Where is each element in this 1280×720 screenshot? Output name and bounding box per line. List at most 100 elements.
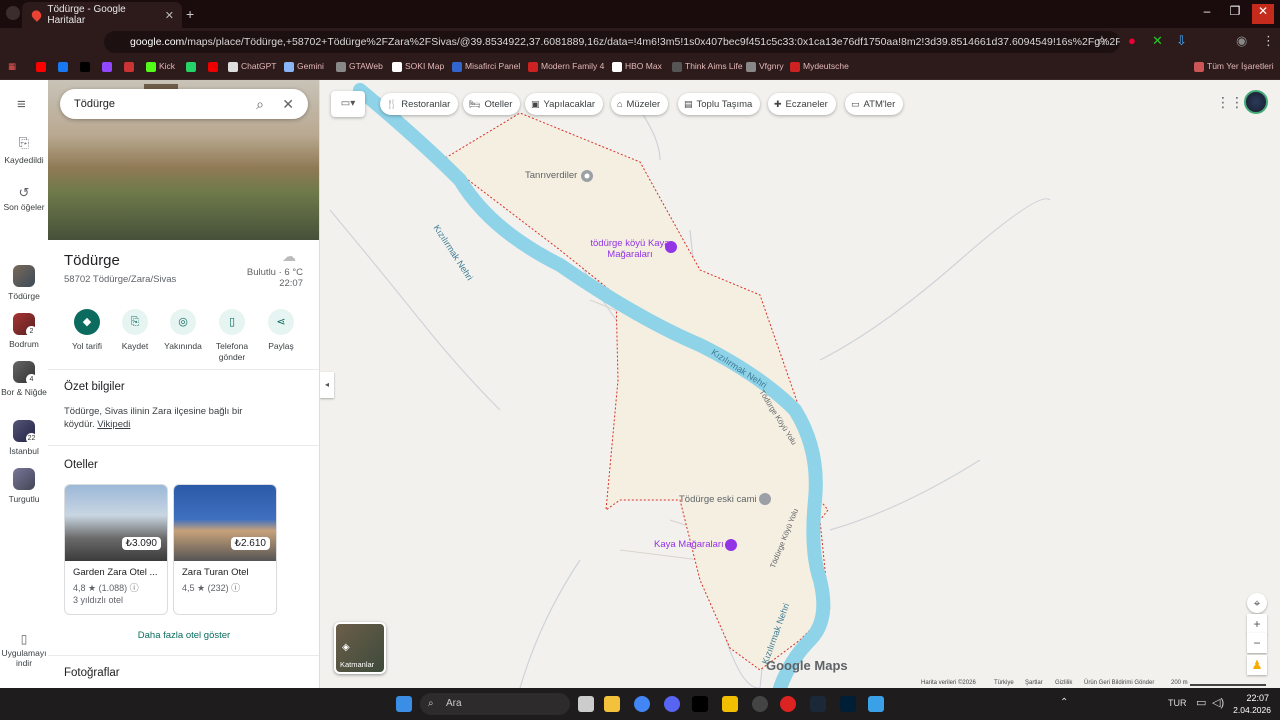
chip-atm[interactable]: ▭ ATM'ler xyxy=(845,93,904,115)
nearby-button[interactable]: ◎ Yakınında xyxy=(158,309,208,351)
volume-icon[interactable]: ◁) xyxy=(1212,696,1224,709)
chip-museums[interactable]: ⌂ Müzeler xyxy=(611,93,669,115)
rail-saved[interactable]: ⎘ Kaydedildi xyxy=(0,135,48,165)
new-tab-button[interactable]: + xyxy=(186,6,194,22)
tray-chevron-icon[interactable]: ⌃ xyxy=(1060,697,1068,708)
rail-todurge[interactable]: Tödürge xyxy=(0,265,48,301)
opera-icon[interactable] xyxy=(780,696,796,712)
rail-istanbul[interactable]: 22 İstanbul xyxy=(0,420,48,456)
facebook-icon[interactable] xyxy=(58,61,68,72)
bookmark-think[interactable]: Think Aims Life xyxy=(672,61,743,72)
zoom-out-button[interactable]: − xyxy=(1247,633,1267,653)
file-explorer-icon[interactable] xyxy=(604,696,620,712)
collapse-panel-button[interactable]: ◂ xyxy=(320,372,334,398)
bookmark-chatgpt[interactable]: ChatGPT xyxy=(228,61,276,72)
chip-pharmacies[interactable]: ✚ Eczaneler xyxy=(768,93,836,115)
task-view-icon[interactable] xyxy=(578,696,594,712)
steam-icon[interactable] xyxy=(810,696,826,712)
map-label-poi1[interactable]: tödürge köyü Kaya Mağaraları xyxy=(590,238,670,260)
chip-things-to-do[interactable]: ▣ Yapılacaklar xyxy=(525,93,604,115)
map-label-mosque[interactable]: Tödürge eski cami xyxy=(679,494,757,505)
extension-icon[interactable]: ● xyxy=(1128,33,1136,48)
scale-label[interactable]: 200 m xyxy=(1171,680,1188,686)
send-to-phone-button[interactable]: ▯ Telefona gönder xyxy=(207,309,257,363)
maximize-button[interactable]: ❐ xyxy=(1224,4,1246,24)
account-avatar[interactable] xyxy=(1244,90,1268,114)
twitch-icon[interactable] xyxy=(102,61,112,72)
tab-close-icon[interactable]: ✕ xyxy=(165,9,174,22)
profile-avatar-icon[interactable]: ◉ xyxy=(1236,33,1247,49)
rail-bor-nigde[interactable]: 4 Bor & Niğde xyxy=(0,361,48,398)
share-button[interactable]: ⋖ Paylaş xyxy=(256,309,306,351)
bookmark-gtaweb[interactable]: GTAWeb xyxy=(336,61,383,72)
gmail-icon[interactable] xyxy=(124,61,134,72)
chip-transit[interactable]: ▤ Toplu Taşıma xyxy=(678,93,761,115)
pegman-icon[interactable]: ♟ xyxy=(1247,655,1267,675)
taskbar-search[interactable]: ⌕ Ara xyxy=(420,693,570,715)
layers-button[interactable]: ◈ Katmanlar xyxy=(334,622,386,674)
app-icon[interactable] xyxy=(868,696,884,712)
app-icon[interactable] xyxy=(692,696,708,712)
bookmark-vfgnry[interactable]: Vfgnry xyxy=(746,61,784,72)
chrome-icon[interactable] xyxy=(634,696,650,712)
download-icon[interactable]: ⇩ xyxy=(1176,33,1187,49)
map-label-village[interactable]: Tanrıverdiler xyxy=(525,170,577,181)
chip-restaurants[interactable]: 🍴 Restoranlar xyxy=(380,93,459,115)
search-icon[interactable]: ⌕ xyxy=(256,89,264,119)
language-indicator[interactable]: TUR xyxy=(1168,698,1187,708)
zoom-in-button[interactable]: + xyxy=(1247,614,1267,634)
clock-time[interactable]: 22:07 xyxy=(1233,693,1269,703)
bookmark-mydeutsche[interactable]: Mydeutsche xyxy=(790,61,849,72)
search-input[interactable]: Tödürge ⌕ ✕ xyxy=(60,89,308,119)
clock-date[interactable]: 2.04.2026 xyxy=(1229,705,1271,715)
minimize-button[interactable]: – xyxy=(1196,4,1218,24)
footer-feedback[interactable]: Ürün Geri Bildirimi Gönder xyxy=(1084,680,1154,686)
network-icon[interactable]: ▭ xyxy=(1196,696,1206,709)
footer-privacy[interactable]: Gizlilik xyxy=(1055,680,1072,686)
apps-icon[interactable]: ▦ xyxy=(8,61,16,72)
keyboard-toggle-icon[interactable]: ▭▾ xyxy=(331,91,365,117)
save-button[interactable]: ⎘ Kaydet xyxy=(110,309,160,351)
chip-hotels[interactable]: 🛏 Oteller xyxy=(463,93,521,115)
hotel-card[interactable]: ₺2.610 Zara Turan Otel 4,5 ★ (232) ⓘ xyxy=(173,484,277,615)
footer-terms[interactable]: Şartlar xyxy=(1025,680,1043,686)
close-icon[interactable]: ✕ xyxy=(282,89,294,119)
browser-tab[interactable]: Tödürge - Google Haritalar ✕ xyxy=(22,2,182,28)
more-hotels-link[interactable]: Daha fazla otel göster xyxy=(48,630,319,641)
extension-icon[interactable]: ✕ xyxy=(1152,33,1163,49)
bookmark-modern-family[interactable]: Modern Family 4 xyxy=(528,61,604,72)
wikipedia-link[interactable]: Vikipedi xyxy=(97,419,130,430)
url-bar[interactable]: google.com/maps/place/Tödürge,+58702+Töd… xyxy=(104,31,1120,53)
all-bookmarks[interactable]: Tüm Yer İşaretleri xyxy=(1194,61,1274,72)
my-location-icon[interactable]: ⌖ xyxy=(1247,593,1267,613)
whatsapp-icon[interactable] xyxy=(186,61,196,72)
photoshop-icon[interactable] xyxy=(840,696,856,712)
rail-recents[interactable]: ↺ Son öğeler xyxy=(0,186,48,213)
x-icon[interactable] xyxy=(80,61,90,72)
rail-download-app[interactable]: ▯ Uygulamayı indir xyxy=(0,633,48,668)
app-icon[interactable] xyxy=(752,696,768,712)
google-apps-icon[interactable]: ⋮⋮ xyxy=(1216,94,1244,111)
rail-turgutlu[interactable]: Turgutlu xyxy=(0,468,48,504)
directions-button[interactable]: ◆ Yol tarifi xyxy=(62,309,112,351)
bookmark-kick[interactable]: Kick xyxy=(146,61,175,72)
footer-country[interactable]: Türkiye xyxy=(994,680,1014,686)
profile-icon[interactable] xyxy=(6,6,20,20)
bookmark-misafirci[interactable]: Misafirci Panel xyxy=(452,61,520,72)
app-icon[interactable] xyxy=(722,696,738,712)
menu-icon[interactable]: ⋮ xyxy=(1262,33,1275,49)
bookmark-soki[interactable]: SOKI Map xyxy=(392,61,444,72)
close-window-button[interactable]: ✕ xyxy=(1252,4,1274,24)
hotel-card[interactable]: ₺3.090 Garden Zara Otel ... 4,8 ★ (1.088… xyxy=(64,484,168,615)
bookmark-hbo[interactable]: HBO Max xyxy=(612,61,662,72)
netflix-icon[interactable] xyxy=(208,61,218,72)
bookmark-gemini[interactable]: Gemini xyxy=(284,61,324,72)
start-icon[interactable] xyxy=(396,696,412,712)
discord-icon[interactable] xyxy=(664,696,680,712)
hamburger-menu-icon[interactable]: ≡ xyxy=(17,96,26,113)
museum-icon: ⌂ xyxy=(617,99,623,109)
bookmark-star-icon[interactable]: ☆ xyxy=(1096,33,1108,49)
rail-bodrum[interactable]: 2 Bodrum xyxy=(0,313,48,349)
youtube-icon[interactable] xyxy=(36,61,46,72)
map-label-poi2[interactable]: Kaya Mağaraları xyxy=(654,539,724,550)
